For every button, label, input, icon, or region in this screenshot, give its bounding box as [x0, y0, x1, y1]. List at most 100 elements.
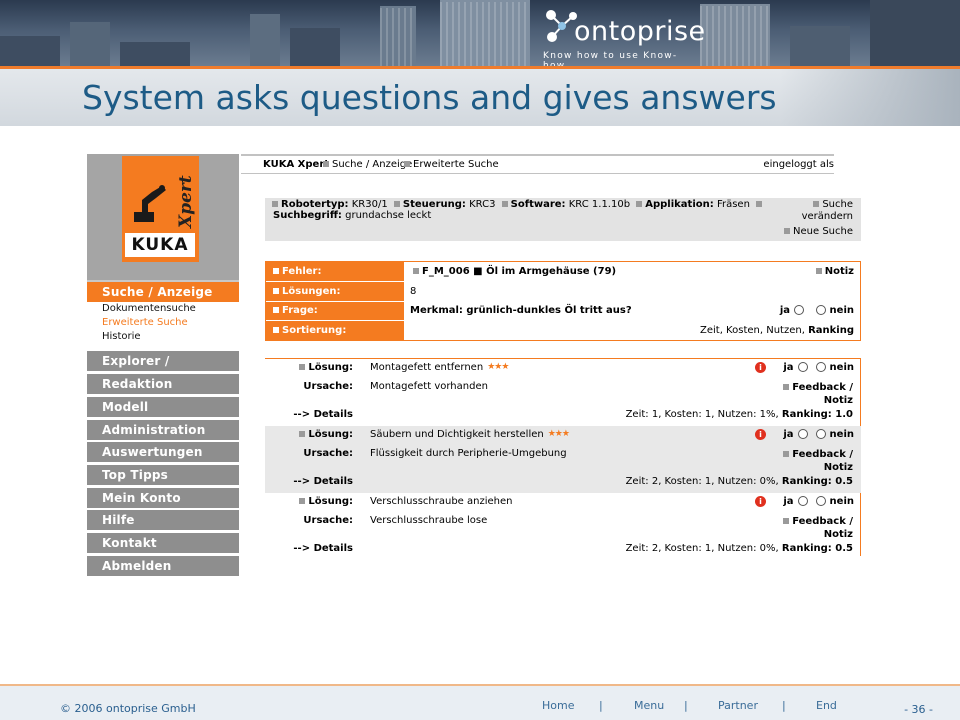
control-value: KRC3 [469, 199, 496, 210]
breadcrumb-erweiterte-suche[interactable]: Erweiterte Suche [413, 159, 499, 170]
nein-radio[interactable] [815, 305, 826, 315]
fehler-value[interactable]: F_M_006 ■ Öl im Armgehäuse (79) [422, 266, 616, 277]
answer-options: ja nein [780, 305, 854, 316]
loesung-value[interactable]: Verschlusschraube anziehen [370, 496, 512, 507]
skyline-windows [440, 2, 530, 66]
bullet-icon [404, 161, 410, 167]
info-icon[interactable]: i [755, 496, 766, 507]
footer-partner-link[interactable]: Partner [718, 699, 758, 712]
skyline-windows [380, 8, 416, 66]
sidebar-item-explorer[interactable]: Explorer / Übersicht [87, 351, 239, 388]
details-link[interactable]: --> Details [265, 476, 353, 487]
results-list: Lösung: Montagefett entfernen ★★★ i ja nei… [265, 358, 861, 556]
result-item: Lösung: Säubern und Dichtigkeit herstell… [265, 426, 861, 493]
ontoprise-logo[interactable]: ontoprise Know how to use Know-how [538, 0, 705, 66]
sidebar-item-suche-anzeige[interactable]: Suche / Anzeige [87, 282, 239, 302]
bullet-icon [273, 268, 279, 274]
logo-tagline: Know how to use Know-how [543, 51, 678, 66]
feedback-label: Feedback / [792, 382, 853, 393]
nein-radio[interactable] [815, 362, 826, 372]
nein-radio[interactable] [815, 429, 826, 439]
loesungen-value: 8 [410, 286, 417, 297]
frage-value: Merkmal: grünlich-dunkles Öl tritt aus? [410, 305, 632, 316]
info-icon[interactable]: i [755, 429, 766, 440]
login-status: eingeloggt als [763, 159, 834, 170]
footer-end-link[interactable]: End [816, 699, 837, 712]
ursache-value: Flüssigkeit durch Peripherie-Umgebung [370, 448, 567, 459]
sidebar-item-kontakt[interactable]: Kontakt [87, 533, 239, 553]
loesung-value[interactable]: Säubern und Dichtigkeit herstellen [370, 429, 544, 440]
sidebar-item-abmelden[interactable]: Abmelden [87, 556, 239, 576]
change-search-link[interactable]: Suche verändern [802, 199, 853, 223]
notiz-label: Notiz [823, 529, 853, 540]
ja-label: ja [783, 362, 794, 373]
kuka-xpert-app: Xpert KUKA Suche / Anzeige Dokumentensuc… [87, 154, 880, 702]
bullet-icon [815, 268, 822, 274]
submenu-dokumentensuche[interactable]: Dokumentensuche [87, 302, 239, 316]
software-value: KRC 1.1.10b [568, 199, 631, 210]
bullet-icon [501, 201, 508, 207]
ja-radio[interactable] [797, 362, 808, 372]
ursache-value: Montagefett vorhanden [370, 381, 488, 392]
footer-separator: | [599, 699, 603, 712]
footer-menu-link[interactable]: Menu [634, 699, 664, 712]
feedback-link[interactable]: Feedback / Notiz [780, 381, 853, 407]
result-item: Lösung: Verschlusschraube anziehen i ja n… [265, 493, 861, 560]
bullet-icon [323, 161, 329, 167]
search-term-label: Suchbegriff: [273, 210, 342, 221]
footer-home-link[interactable]: Home [542, 699, 574, 712]
submenu-historie[interactable]: Historie [87, 330, 239, 344]
notiz-label: Notiz [824, 266, 854, 277]
application-label: Applikation: [645, 199, 714, 210]
result-item: Lösung: Montagefett entfernen ★★★ i ja nei… [265, 359, 861, 426]
bullet-icon [299, 498, 306, 504]
sidebar-item-top-tipps[interactable]: Top Tipps [87, 465, 239, 485]
submenu-erweiterte-suche[interactable]: Erweiterte Suche [87, 316, 239, 330]
nein-radio[interactable] [815, 496, 826, 506]
bullet-icon [273, 327, 279, 333]
new-search-link[interactable]: Neue Suche [781, 226, 853, 237]
sidebar-item-administration[interactable]: Administration [87, 420, 239, 440]
loesung-label: Lösung: [308, 362, 353, 373]
ja-radio[interactable] [794, 305, 805, 315]
robot-arm-icon [134, 185, 166, 222]
ja-radio[interactable] [797, 429, 808, 439]
info-icon[interactable]: i [755, 362, 766, 373]
bullet-icon [783, 384, 790, 390]
notiz-link[interactable]: Notiz [813, 266, 854, 277]
search-term-value: grundachse leckt [345, 210, 432, 221]
sidebar-item-auswertungen[interactable]: Auswertungen [87, 442, 239, 462]
nein-label: nein [829, 362, 854, 373]
loesung-value[interactable]: Montagefett entfernen [370, 362, 483, 373]
sidebar: Xpert KUKA Suche / Anzeige Dokumentensuc… [87, 154, 239, 702]
feedback-label: Feedback / [792, 449, 853, 460]
sort-value: Zeit, Kosten, Nutzen, [700, 325, 805, 336]
sidebar-item-modell[interactable]: Modell [87, 397, 239, 417]
logo-text: ontoprise [574, 16, 706, 47]
feedback-link[interactable]: Feedback / Notiz [780, 515, 853, 541]
skyline-building [290, 28, 340, 66]
bullet-icon [273, 288, 279, 294]
feedback-link[interactable]: Feedback / Notiz [780, 448, 853, 474]
sidebar-item-mein-konto[interactable]: Mein Konto [87, 488, 239, 508]
details-link[interactable]: --> Details [265, 409, 353, 420]
sidebar-item-hilfe[interactable]: Hilfe [87, 510, 239, 530]
result-stats: Zeit: 1, Kosten: 1, Nutzen: 1%, [625, 409, 779, 420]
bullet-icon [756, 201, 763, 207]
xpert-label: Xpert [176, 175, 196, 228]
page-number: - 36 - [904, 703, 933, 716]
ursache-label: Ursache: [303, 381, 353, 392]
ursache-label: Ursache: [303, 515, 353, 526]
bullet-icon [299, 431, 306, 437]
details-link[interactable]: --> Details [265, 543, 353, 554]
ja-label: ja [783, 496, 794, 507]
sort-options[interactable]: Zeit, Kosten, Nutzen, Ranking [700, 325, 854, 336]
ja-radio[interactable] [797, 496, 808, 506]
result-ranking: Ranking: 1.0 [781, 409, 853, 420]
loesung-label: Lösung: [308, 496, 353, 507]
sort-ranking: Ranking [808, 325, 854, 336]
result-ranking: Ranking: 0.5 [781, 476, 853, 487]
bullet-icon [813, 201, 820, 207]
change-search-label-1: Suche [822, 199, 853, 210]
sidebar-item-redaktion[interactable]: Redaktion [87, 374, 239, 394]
